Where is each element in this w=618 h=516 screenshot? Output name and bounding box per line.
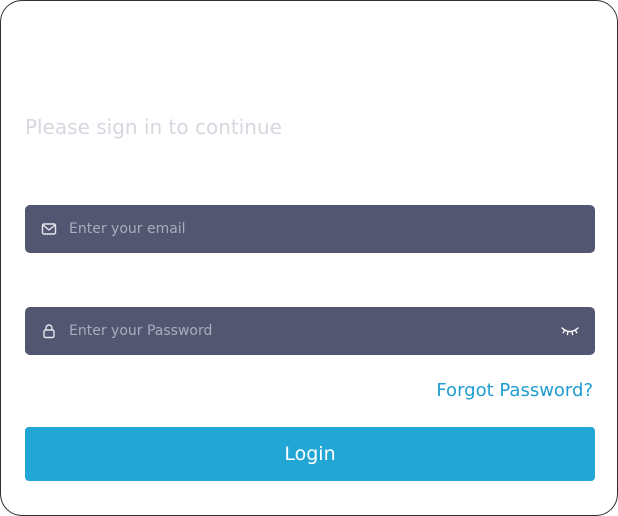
login-card: Please sign in to continue Enter your em… — [0, 0, 618, 516]
login-button[interactable]: Login — [25, 427, 595, 481]
mail-icon — [41, 221, 57, 237]
email-input[interactable] — [69, 205, 539, 253]
lock-icon — [41, 323, 57, 339]
email-field[interactable] — [25, 205, 595, 253]
password-input[interactable] — [69, 307, 539, 355]
page-subtitle: Please sign in to continue — [25, 115, 282, 139]
eye-closed-icon[interactable] — [561, 325, 579, 337]
forgot-password-link[interactable]: Forgot Password? — [436, 378, 593, 404]
password-field[interactable] — [25, 307, 595, 355]
